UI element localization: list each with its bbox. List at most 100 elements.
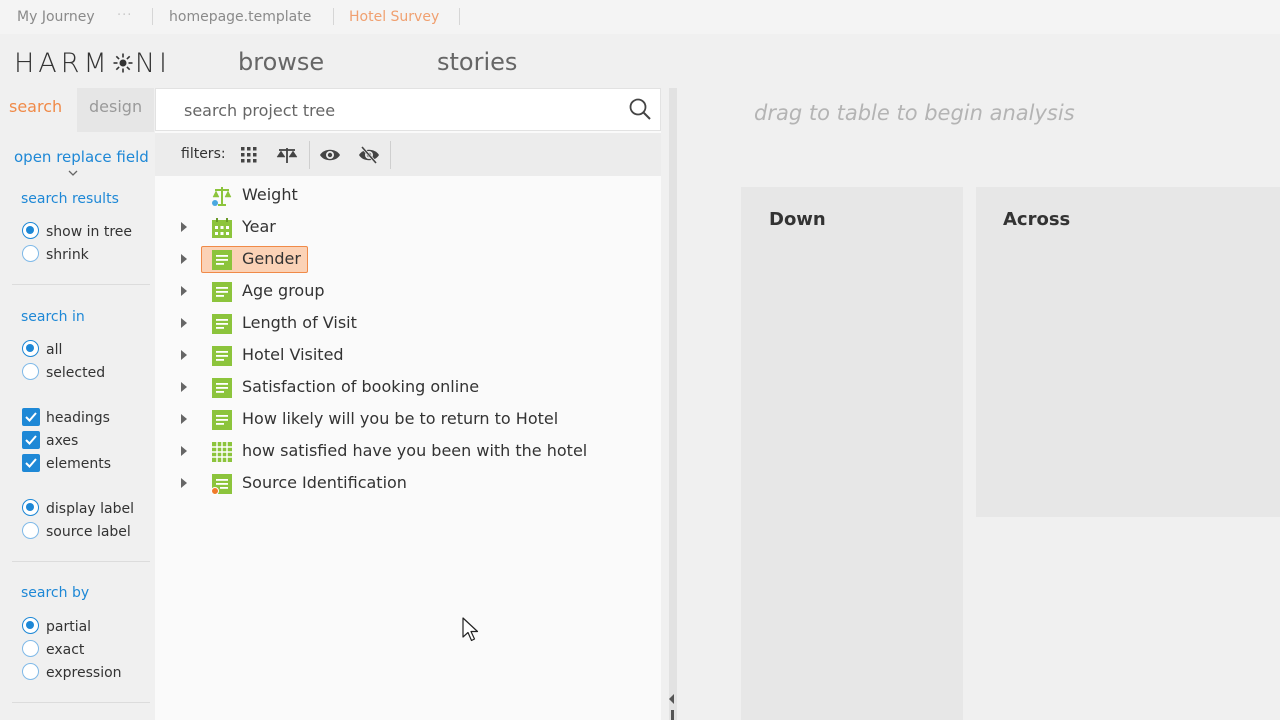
expand-arrow-icon[interactable] <box>181 478 187 488</box>
tree-item-return-likelihood[interactable]: How likely will you be to return to Hote… <box>155 404 661 436</box>
chevron-left-icon[interactable] <box>669 694 675 704</box>
option-label: exact <box>46 642 85 658</box>
across-drop-zone[interactable]: Across <box>976 187 1280 517</box>
expand-arrow-icon[interactable] <box>181 350 187 360</box>
option-label: expression <box>46 665 122 681</box>
tree-item-length-of-visit[interactable]: Length of Visit <box>155 308 661 340</box>
filters-label: filters: <box>181 146 226 162</box>
list-icon <box>212 282 232 302</box>
radio-all[interactable] <box>22 340 39 357</box>
checkbox-axes[interactable] <box>22 431 40 449</box>
list-source-icon <box>211 474 232 495</box>
option-label: shrink <box>46 247 89 263</box>
breadcrumb-hotel-survey[interactable]: Hotel Survey <box>349 9 439 25</box>
nav-stories[interactable]: stories <box>437 48 517 76</box>
filter-grid-icon[interactable] <box>238 144 260 166</box>
expand-arrow-icon[interactable] <box>181 446 187 456</box>
breadcrumb-my-journey[interactable]: My Journey <box>17 9 95 25</box>
nav-browse[interactable]: browse <box>238 48 324 76</box>
option-label: all <box>46 342 63 358</box>
splitter-grip <box>671 710 674 720</box>
radio-display-label[interactable] <box>22 499 39 516</box>
checkbox-elements[interactable] <box>22 454 40 472</box>
search-icon[interactable] <box>628 97 652 121</box>
expand-arrow-icon[interactable] <box>181 382 187 392</box>
toolbar-separator <box>390 141 391 169</box>
across-zone-label: Across <box>1003 209 1071 230</box>
calendar-icon <box>212 218 232 238</box>
breadcrumb-divider <box>152 8 153 25</box>
weight-icon <box>212 187 232 206</box>
option-label: elements <box>46 456 112 472</box>
tree-item-weight[interactable]: Weight <box>155 180 661 212</box>
eye-off-icon[interactable] <box>358 144 380 166</box>
tree-item-label: Age group <box>242 281 325 300</box>
search-results-heading: search results <box>21 191 119 207</box>
radio-expression[interactable] <box>22 663 39 680</box>
expand-arrow-icon[interactable] <box>181 318 187 328</box>
tree-item-hotel-visited[interactable]: Hotel Visited <box>155 340 661 372</box>
breadcrumb: My Journey ··· homepage.template Hotel S… <box>0 0 1280 34</box>
tree-item-satisfaction-booking[interactable]: Satisfaction of booking online <box>155 372 661 404</box>
radio-show-in-tree[interactable] <box>22 222 39 239</box>
tab-search[interactable]: search <box>9 97 62 116</box>
section-divider <box>12 284 150 285</box>
logo-text-suffix: NI <box>134 48 172 79</box>
harmoni-logo[interactable]: HARM NI <box>14 48 171 79</box>
radio-partial[interactable] <box>22 617 39 634</box>
option-label: display label <box>46 501 135 517</box>
filter-weight-icon[interactable] <box>276 144 298 166</box>
breadcrumb-divider <box>333 8 334 25</box>
option-label: partial <box>46 619 92 635</box>
tree-item-label: Gender <box>242 249 301 268</box>
list-icon <box>212 346 232 366</box>
section-divider <box>12 561 150 562</box>
drag-hint-text: drag to table to begin analysis <box>754 101 1075 125</box>
search-by-heading: search by <box>21 585 90 601</box>
splitter-handle[interactable] <box>669 88 677 720</box>
list-icon <box>212 314 232 334</box>
radio-exact[interactable] <box>22 640 39 657</box>
checkbox-headings[interactable] <box>22 408 40 426</box>
tree-item-label: how satisfied have you been with the hot… <box>242 441 588 460</box>
tree-item-gender[interactable]: Gender <box>155 244 661 276</box>
expand-arrow-icon[interactable] <box>181 414 187 424</box>
search-in-heading: search in <box>21 309 85 325</box>
logo-o-icon <box>113 49 133 73</box>
toolbar-separator <box>309 141 310 169</box>
tree-item-label: Weight <box>242 185 298 204</box>
radio-source-label[interactable] <box>22 522 39 539</box>
tree-item-label: Source Identification <box>242 473 407 492</box>
list-icon <box>212 410 232 430</box>
tree-item-label: Satisfaction of booking online <box>242 377 480 396</box>
tree-item-year[interactable]: Year <box>155 212 661 244</box>
expand-arrow-icon[interactable] <box>181 222 187 232</box>
expand-arrow-icon[interactable] <box>181 254 187 264</box>
chevron-down-icon[interactable] <box>68 170 78 176</box>
radio-shrink[interactable] <box>22 245 39 262</box>
tree-item-age-group[interactable]: Age group <box>155 276 661 308</box>
down-drop-zone[interactable]: Down <box>741 187 963 720</box>
breadcrumb-ellipsis-icon: ··· <box>117 8 133 23</box>
mouse-cursor-icon <box>462 617 479 642</box>
filters-toolbar: filters: <box>155 133 661 176</box>
option-label: show in tree <box>46 224 133 240</box>
expand-arrow-icon[interactable] <box>181 286 187 296</box>
tab-design[interactable]: design <box>89 97 142 116</box>
tree-item-label: Year <box>242 217 276 236</box>
tree-item-label: How likely will you be to return to Hote… <box>242 409 559 428</box>
list-icon <box>212 378 232 398</box>
search-input[interactable] <box>182 89 606 132</box>
radio-selected[interactable] <box>22 363 39 380</box>
eye-icon[interactable] <box>319 144 341 166</box>
breadcrumb-homepage-template[interactable]: homepage.template <box>169 9 311 25</box>
grid-icon <box>212 442 232 462</box>
tree-item-source-identification[interactable]: Source Identification <box>155 468 661 500</box>
option-label: headings <box>46 410 110 426</box>
down-zone-label: Down <box>769 209 826 230</box>
tree-item-hotel-satisfaction[interactable]: how satisfied have you been with the hot… <box>155 436 661 468</box>
section-divider <box>12 702 150 703</box>
option-label: axes <box>46 433 79 449</box>
option-label: source label <box>46 524 131 540</box>
open-replace-field-link[interactable]: open replace field <box>14 148 149 166</box>
